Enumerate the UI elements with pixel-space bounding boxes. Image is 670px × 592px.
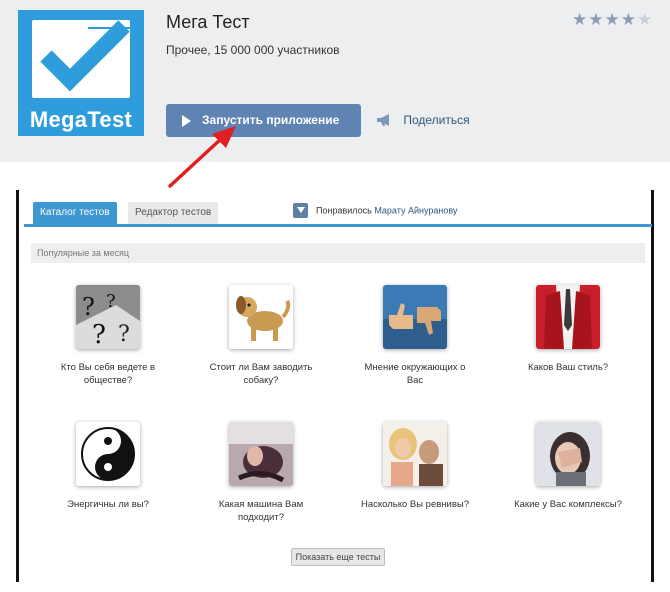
test-card[interactable]: Мнение окружающих о Вас (340, 285, 490, 387)
logo-text: MegaTest (29, 107, 133, 132)
tab-underline (24, 224, 652, 227)
test-card[interactable]: Каков Ваш стиль? (493, 285, 643, 374)
test-title: Насколько Вы ревнивы? (360, 499, 470, 510)
test-card[interactable]: Насколько Вы ревнивы? (340, 422, 490, 511)
test-title: Стоит ли Вам заводить собаку? (209, 362, 313, 386)
couple-icon (383, 422, 447, 486)
svg-text:?: ? (106, 291, 116, 312)
test-title: Кто Вы себя ведете в обществе? (60, 362, 156, 386)
liked-notice: Понравилось Марату Айнуранову (293, 203, 457, 218)
test-title: Мнение окружающих о Вас (364, 362, 466, 386)
svg-text:?: ? (82, 293, 95, 321)
covering-face-icon (536, 422, 600, 486)
car-interior-icon (229, 422, 293, 486)
test-card[interactable]: Стоит ли Вам заводить собаку? (186, 285, 336, 387)
app-title[interactable]: Мега Тест (166, 12, 250, 33)
like-icon (293, 203, 308, 218)
test-card[interactable]: Энергичны ли вы? (33, 422, 183, 511)
dog-icon (229, 285, 293, 349)
thumbs-up-down-icon (383, 285, 447, 349)
app-card: MegaTest Мега Тест Прочее, 15 000 000 уч… (0, 0, 670, 162)
liked-text: Понравилось (316, 205, 372, 216)
test-title: Энергичны ли вы? (67, 499, 149, 510)
rating-stars: ★★★★★ (572, 10, 653, 30)
tab-editor[interactable]: Редактор тестов (128, 202, 219, 224)
test-card[interactable]: Какая машина Вам подходит? (186, 422, 336, 524)
test-card[interactable]: Какие у Вас комплексы? (493, 422, 643, 511)
star-filled-icon: ★★★★ (572, 10, 637, 29)
question-marks-icon: ? ? ? ? (76, 285, 140, 349)
svg-text:?: ? (92, 320, 106, 349)
yin-yang-icon (76, 422, 140, 486)
red-arrow (168, 126, 236, 188)
svg-text:?: ? (118, 322, 130, 347)
app-logo: MegaTest (18, 10, 144, 136)
suit-icon (536, 285, 600, 349)
test-title: Какие у Вас комплексы? (514, 499, 622, 510)
test-title: Каков Ваш стиль? (527, 362, 609, 373)
liked-person-link[interactable]: Марату Айнуранову (374, 206, 457, 216)
section-title: Популярные за месяц (31, 243, 645, 263)
test-card[interactable]: ? ? ? ? Кто Вы себя ведете в обществе? (33, 285, 183, 387)
share-button[interactable]: Поделиться (376, 112, 470, 127)
tab-catalog[interactable]: Каталог тестов (33, 202, 117, 224)
megaphone-icon (377, 113, 389, 126)
share-label: Поделиться (403, 112, 470, 127)
app-meta: Прочее, 15 000 000 участников (166, 43, 340, 57)
star-empty-icon: ★ (636, 10, 654, 29)
show-more-tests-button[interactable]: Показать еще тесты (291, 548, 385, 566)
test-title: Какая машина Вам подходит? (218, 499, 304, 523)
app-frame: Каталог тестов Редактор тестов Понравило… (16, 190, 654, 582)
